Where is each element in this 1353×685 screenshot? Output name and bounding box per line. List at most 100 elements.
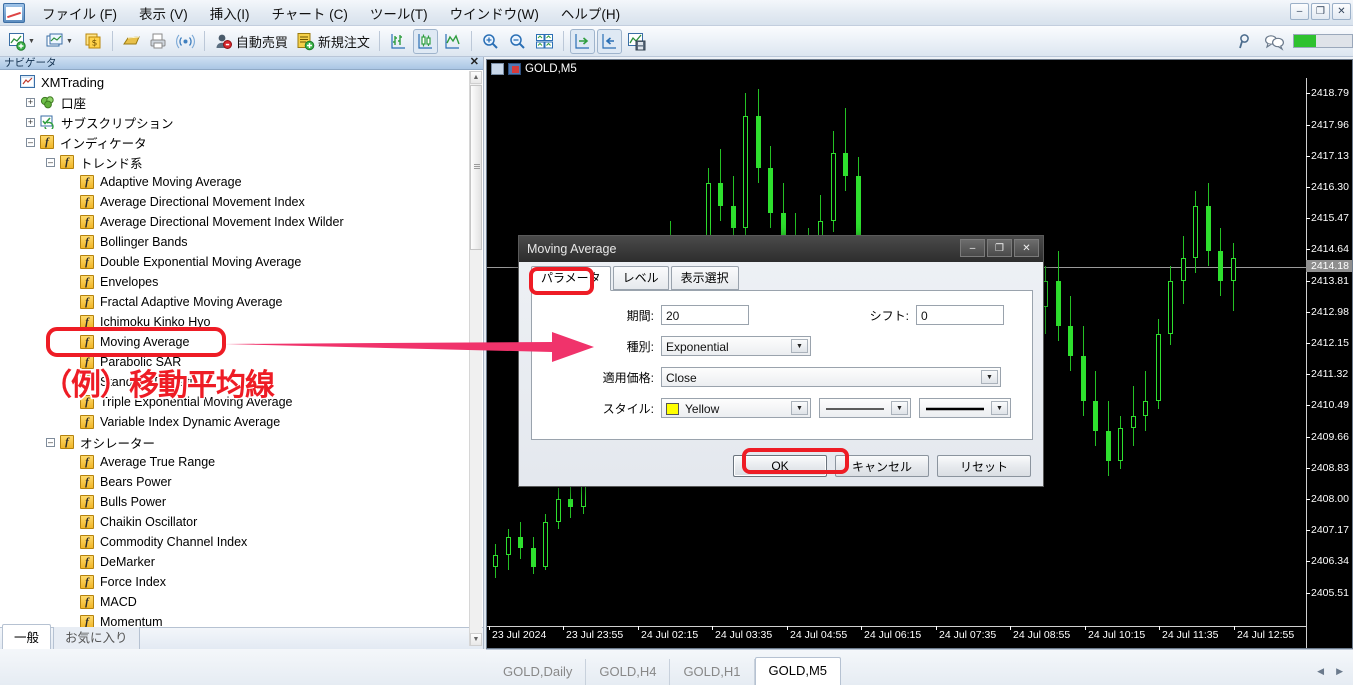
menu-view[interactable]: 表示 (V) bbox=[128, 0, 199, 27]
chart-tab-gold-daily[interactable]: GOLD,Daily bbox=[490, 659, 587, 685]
chart-tab-gold-m5[interactable]: GOLD,M5 bbox=[754, 657, 842, 685]
open-data-folder-button[interactable] bbox=[119, 29, 144, 54]
tree-item[interactable]: f Fractal Adaptive Moving Average bbox=[0, 292, 483, 312]
new-chart-button[interactable]: ▼ bbox=[5, 29, 41, 54]
scroll-thumb[interactable] bbox=[470, 85, 482, 250]
tree-item[interactable]: f Momentum bbox=[0, 612, 483, 627]
scroll-down-arrow[interactable]: ▼ bbox=[470, 633, 482, 646]
menu-chart[interactable]: チャート (C) bbox=[261, 0, 359, 27]
tree-expander[interactable]: – bbox=[26, 137, 35, 147]
chevron-down-icon[interactable]: ▼ bbox=[791, 401, 808, 415]
tree-item[interactable]: f Force Index bbox=[0, 572, 483, 592]
time-axis[interactable]: 23 Jul 2024 23 Jul 23:55 24 Jul 02:15 24 Ju… bbox=[487, 626, 1306, 648]
tree-item[interactable]: f Average True Range bbox=[0, 452, 483, 472]
indicator-icon: f bbox=[80, 495, 94, 509]
window-restore-button[interactable]: ❐ bbox=[1311, 3, 1330, 20]
menu-help[interactable]: ヘルプ(H) bbox=[550, 0, 631, 27]
tree-item[interactable]: – f トレンド系 bbox=[0, 152, 483, 172]
zoom-in-button[interactable] bbox=[478, 29, 503, 54]
tree-item[interactable]: f Envelopes bbox=[0, 272, 483, 292]
tree-item[interactable]: f Chaikin Oscillator bbox=[0, 512, 483, 532]
menu-insert[interactable]: 挿入(I) bbox=[199, 0, 261, 27]
tab-scroll-right-icon[interactable]: ▶ bbox=[1336, 666, 1343, 677]
dialog-minimize-button[interactable]: – bbox=[960, 239, 985, 257]
cancel-button[interactable]: キャンセル bbox=[835, 455, 929, 477]
print-button[interactable] bbox=[146, 29, 171, 54]
tree-item[interactable]: – f オシレーター bbox=[0, 432, 483, 452]
tree-item[interactable]: f Average Directional Movement Index bbox=[0, 192, 483, 212]
ok-button[interactable]: OK bbox=[733, 455, 827, 477]
chat-button[interactable] bbox=[1261, 29, 1286, 54]
menu-tools[interactable]: ツール(T) bbox=[359, 0, 439, 27]
tree-item[interactable]: f Variable Index Dynamic Average bbox=[0, 412, 483, 432]
price-axis[interactable]: 2418.79 2417.96 2417.13 2416.30 2415.47 2414.… bbox=[1306, 78, 1352, 648]
chevron-down-icon[interactable]: ▼ bbox=[66, 38, 73, 45]
chevron-down-icon[interactable]: ▼ bbox=[791, 339, 808, 353]
price-tick-label: 2412.98 bbox=[1306, 306, 1352, 318]
period-input[interactable]: 20 bbox=[661, 305, 749, 325]
search-button[interactable] bbox=[1234, 29, 1259, 54]
reset-button[interactable]: リセット bbox=[937, 455, 1031, 477]
new-order-button[interactable]: 新規注文 bbox=[293, 29, 373, 54]
chevron-down-icon[interactable]: ▼ bbox=[891, 401, 908, 415]
window-close-button[interactable]: ✕ bbox=[1332, 3, 1351, 20]
style-line-type-select[interactable]: ▼ bbox=[819, 398, 911, 418]
line-chart-button[interactable] bbox=[440, 29, 465, 54]
market-watch-button[interactable]: $ bbox=[81, 29, 106, 54]
signals-button[interactable] bbox=[173, 29, 198, 54]
dialog-maximize-button[interactable]: ❐ bbox=[987, 239, 1012, 257]
scroll-up-arrow[interactable]: ▲ bbox=[470, 71, 482, 84]
dialog-tab-visualization[interactable]: 表示選択 bbox=[670, 266, 739, 290]
navigator-tab-favorites[interactable]: お気に入り bbox=[53, 624, 140, 649]
chevron-down-icon[interactable]: ▼ bbox=[981, 370, 998, 384]
color-swatch bbox=[666, 403, 679, 415]
tree-item[interactable]: f Bollinger Bands bbox=[0, 232, 483, 252]
close-icon[interactable]: ✕ bbox=[470, 56, 479, 68]
tree-item[interactable]: f Adaptive Moving Average bbox=[0, 172, 483, 192]
tree-item[interactable]: f Bulls Power bbox=[0, 492, 483, 512]
zoom-out-button[interactable] bbox=[505, 29, 530, 54]
tree-item[interactable]: f Commodity Channel Index bbox=[0, 532, 483, 552]
shift-input[interactable]: 0 bbox=[916, 305, 1004, 325]
dialog-tab-parameters[interactable]: パラメータ bbox=[531, 266, 611, 291]
chart-tab-gold-h1[interactable]: GOLD,H1 bbox=[670, 659, 755, 685]
tree-item-label: Average True Range bbox=[100, 455, 216, 469]
tree-item[interactable]: f Double Exponential Moving Average bbox=[0, 252, 483, 272]
tree-item[interactable]: + 口座 bbox=[0, 92, 483, 112]
chart-tab-gold-h4[interactable]: GOLD,H4 bbox=[586, 659, 671, 685]
dialog-close-button[interactable]: ✕ bbox=[1014, 239, 1039, 257]
tile-windows-button[interactable] bbox=[532, 29, 557, 54]
tree-expander[interactable]: – bbox=[46, 437, 55, 447]
navigator-tab-general[interactable]: 一般 bbox=[2, 624, 52, 650]
tree-expander[interactable]: + bbox=[26, 97, 35, 107]
tree-item[interactable]: f Bears Power bbox=[0, 472, 483, 492]
volume-meter[interactable] bbox=[1293, 34, 1353, 48]
profiles-button[interactable]: ▼ bbox=[43, 29, 79, 54]
style-color-select[interactable]: Yellow ▼ bbox=[661, 398, 811, 418]
tree-item[interactable]: – f インディケータ bbox=[0, 132, 483, 152]
chevron-down-icon[interactable]: ▼ bbox=[28, 38, 35, 45]
tree-item[interactable]: XMTrading bbox=[0, 72, 483, 92]
tree-item[interactable]: + サブスクリプション bbox=[0, 112, 483, 132]
auto-scroll-button[interactable] bbox=[596, 28, 622, 54]
tree-expander[interactable]: – bbox=[46, 157, 55, 167]
tab-scroll-left-icon[interactable]: ◀ bbox=[1317, 666, 1324, 677]
tree-expander[interactable]: + bbox=[26, 117, 35, 127]
tree-item[interactable]: f DeMarker bbox=[0, 552, 483, 572]
time-tick-label: 24 Jul 10:15 bbox=[1085, 626, 1145, 641]
chevron-down-icon[interactable]: ▼ bbox=[991, 401, 1008, 415]
candlestick-chart-button[interactable] bbox=[412, 28, 438, 54]
autotrading-button[interactable]: 自動売買 bbox=[211, 29, 291, 54]
window-minimize-button[interactable]: – bbox=[1290, 3, 1309, 20]
apply-to-select[interactable]: Close ▼ bbox=[661, 367, 1001, 387]
bar-chart-button[interactable] bbox=[386, 29, 411, 54]
style-line-width-select[interactable]: ▼ bbox=[919, 398, 1011, 418]
menu-file[interactable]: ファイル (F) bbox=[31, 0, 128, 27]
dialog-tab-levels[interactable]: レベル bbox=[612, 266, 669, 290]
menu-window[interactable]: ウインドウ(W) bbox=[439, 0, 550, 27]
tree-item[interactable]: f MACD bbox=[0, 592, 483, 612]
method-select[interactable]: Exponential ▼ bbox=[661, 336, 811, 356]
save-template-button[interactable] bbox=[624, 29, 649, 54]
tree-item[interactable]: f Average Directional Movement Index Wild… bbox=[0, 212, 483, 232]
shift-chart-right-button[interactable] bbox=[569, 28, 595, 54]
